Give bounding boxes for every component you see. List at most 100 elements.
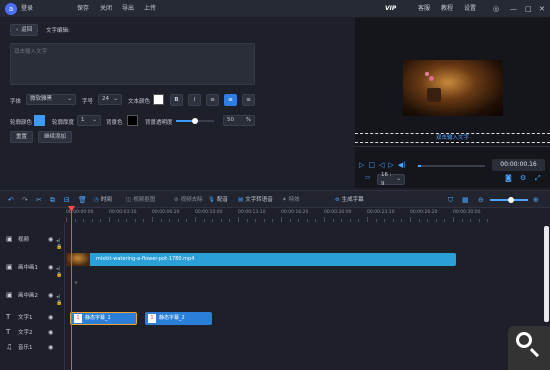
aspect-icon[interactable]: ▭ (365, 175, 370, 181)
zoom-in-icon[interactable]: ⊕ (533, 191, 539, 209)
track-header[interactable]: T 文字1 ◉ (0, 310, 64, 324)
generate-subtitle-tool[interactable]: ⊜ 生成字幕 (335, 191, 364, 209)
caption-text: 双击输入文字 (435, 135, 469, 141)
stop-icon[interactable]: □ (368, 161, 375, 169)
playback-progress[interactable] (418, 165, 485, 167)
grid-icon[interactable]: ▦ (462, 191, 469, 209)
eye-icon[interactable]: ◉ (48, 344, 53, 351)
menu-upload[interactable]: 上传 (144, 4, 156, 14)
menu-close[interactable]: 关闭 (100, 4, 112, 14)
vertical-scrollbar[interactable] (544, 226, 549, 322)
caption-box[interactable]: 双击输入文字 (355, 133, 550, 143)
lock-icon[interactable]: 🔒 (56, 300, 62, 306)
remove-tool[interactable]: ⊘ 视频去除 (174, 191, 203, 209)
next-frame-icon[interactable]: ▷ (388, 161, 393, 169)
delete-icon[interactable]: 🗑 (78, 191, 87, 209)
playhead[interactable] (68, 206, 75, 370)
tts-tool-label: 文字转语音 (245, 197, 273, 203)
text-color-swatch[interactable] (153, 94, 164, 105)
text-clip-2[interactable]: 1 静态字幕_2 (145, 312, 212, 325)
continue-add-button[interactable]: 继续添加 (38, 131, 73, 143)
fullscreen-icon[interactable]: ⤢ (535, 174, 541, 183)
bg-opacity-slider-knob[interactable] (192, 118, 198, 124)
zoom-slider-knob[interactable] (508, 197, 514, 203)
skin-icon[interactable]: ◎ (493, 4, 499, 14)
play-icon[interactable]: ▷ (359, 161, 364, 169)
bg-color-swatch[interactable] (127, 115, 138, 126)
time-tool[interactable]: ◷ 时间 (94, 191, 112, 209)
text-clip-2-number: 1 (148, 314, 156, 323)
minimize-icon[interactable]: — (510, 4, 517, 14)
menu-export[interactable]: 导出 (122, 4, 134, 14)
matting-icon: ◫ (126, 197, 132, 203)
italic-button[interactable]: I (188, 94, 201, 106)
eye-icon[interactable]: ◉ (48, 292, 53, 299)
maximize-icon[interactable]: □ (525, 4, 532, 14)
time-tool-label: 时间 (100, 197, 112, 203)
outline-width-select[interactable]: 1 ⌄ (77, 115, 101, 126)
settings-icon[interactable]: ⚙ (520, 174, 526, 182)
font-select[interactable]: 微软雅黑 ⌄ (26, 94, 76, 105)
volume-icon[interactable]: ◂) (56, 294, 60, 300)
cut-icon[interactable]: ✂ (36, 191, 42, 209)
bg-opacity-input[interactable]: 50 % (223, 115, 255, 126)
search-overlay[interactable] (508, 326, 550, 370)
lock-icon[interactable]: 🔒 (56, 272, 62, 278)
prev-frame-icon[interactable]: ◁ (379, 161, 384, 169)
undo-icon[interactable]: ↶ (8, 191, 14, 209)
redo-icon[interactable]: ↷ (22, 191, 28, 209)
camera-icon[interactable]: ◙ (505, 174, 512, 182)
dub-tool[interactable]: 🎙 配音 (208, 191, 228, 209)
reset-button[interactable]: 重置 (10, 131, 34, 143)
effects-tool[interactable]: ✦ 特效 (282, 191, 300, 209)
font-select-value: 微软雅黑 (30, 96, 53, 102)
eye-icon[interactable]: ◉ (48, 314, 53, 321)
timeline-toolbar: ↶ ↷ ✂ ⧉ ⊟ 🗑 ◷ 时间 ◫ 视频抠图 ⊘ 视频去除 🎙 配音 ▤ 文字转语音 ✦… (0, 190, 550, 208)
track-header[interactable]: ▣ 画中画2 ◉ (0, 288, 64, 302)
subtitle-icon: ⊜ (335, 197, 340, 203)
shield-icon[interactable]: ⛉ (448, 191, 453, 209)
copy-icon[interactable]: ⧉ (50, 191, 55, 209)
align-center-button[interactable]: ≡ (224, 94, 237, 106)
back-button[interactable]: ‹ 返回 (10, 24, 39, 36)
outline-color-swatch[interactable] (34, 115, 45, 126)
volume-icon[interactable]: ◀) (398, 161, 406, 169)
matting-tool[interactable]: ◫ 视频抠图 (126, 191, 155, 209)
microphone-icon: 🎙 (208, 197, 215, 203)
eye-icon[interactable]: ◉ (48, 264, 53, 271)
eye-icon[interactable]: ◉ (48, 329, 53, 336)
section-title: 文字编辑: (46, 28, 70, 34)
zoom-slider[interactable] (490, 197, 528, 203)
back-button-label: 返回 (21, 27, 33, 33)
close-icon[interactable]: ✕ (539, 4, 545, 14)
track-header[interactable]: ♫ 音乐1 ◉ (0, 340, 64, 354)
support-link[interactable]: 客服 (418, 4, 430, 14)
preview-panel: 双击输入文字 ▷ □ ◁ ▷ ◀) 00:00:00.16 ▭ 16 : 9 ⌄… (355, 18, 550, 188)
zoom-out-icon[interactable]: ⊖ (478, 191, 484, 209)
text-input[interactable] (10, 43, 255, 85)
timeline-ruler[interactable]: 00:00:00:00 00:00:03:10 00:00:06:20 00:00:1… (64, 209, 540, 222)
outline-width-value: 1 (81, 117, 85, 123)
menu-save[interactable]: 保存 (77, 4, 89, 14)
video-clip[interactable]: mixkit-watering-a-flower-pot-1780.mp4 (66, 253, 456, 266)
aspect-select[interactable]: 16 : 9 ⌄ (377, 172, 405, 187)
bold-button[interactable]: B (170, 94, 183, 106)
tts-tool[interactable]: ▤ 文字转语音 (238, 191, 273, 209)
lock-icon[interactable]: 🔒 (56, 244, 62, 250)
vip-badge[interactable]: VIP (385, 4, 396, 14)
size-select[interactable]: 24 ⌄ (98, 94, 122, 105)
outline-color-label: 轮廓颜色 (10, 120, 33, 126)
login-link[interactable]: 登录 (21, 4, 33, 14)
track-header[interactable]: ▣ 画中画1 ◉ (0, 260, 64, 274)
align-left-button[interactable]: ≡ (206, 94, 219, 106)
volume-icon[interactable]: ◂) (56, 238, 60, 244)
eye-icon[interactable]: ◉ (48, 236, 53, 243)
track-header[interactable]: T 文字2 ◉ (0, 325, 64, 339)
bg-opacity-slider[interactable] (176, 118, 214, 124)
tutorial-link[interactable]: 教程 (441, 4, 453, 14)
track-header[interactable]: ▣ 视频 ◉ (0, 232, 64, 246)
align-right-button[interactable]: ≡ (242, 94, 255, 106)
settings-link[interactable]: 设置 (464, 4, 476, 14)
volume-icon[interactable]: ◂) (56, 266, 60, 272)
text-clip-1[interactable]: 1 静态字幕_1 (70, 312, 137, 325)
